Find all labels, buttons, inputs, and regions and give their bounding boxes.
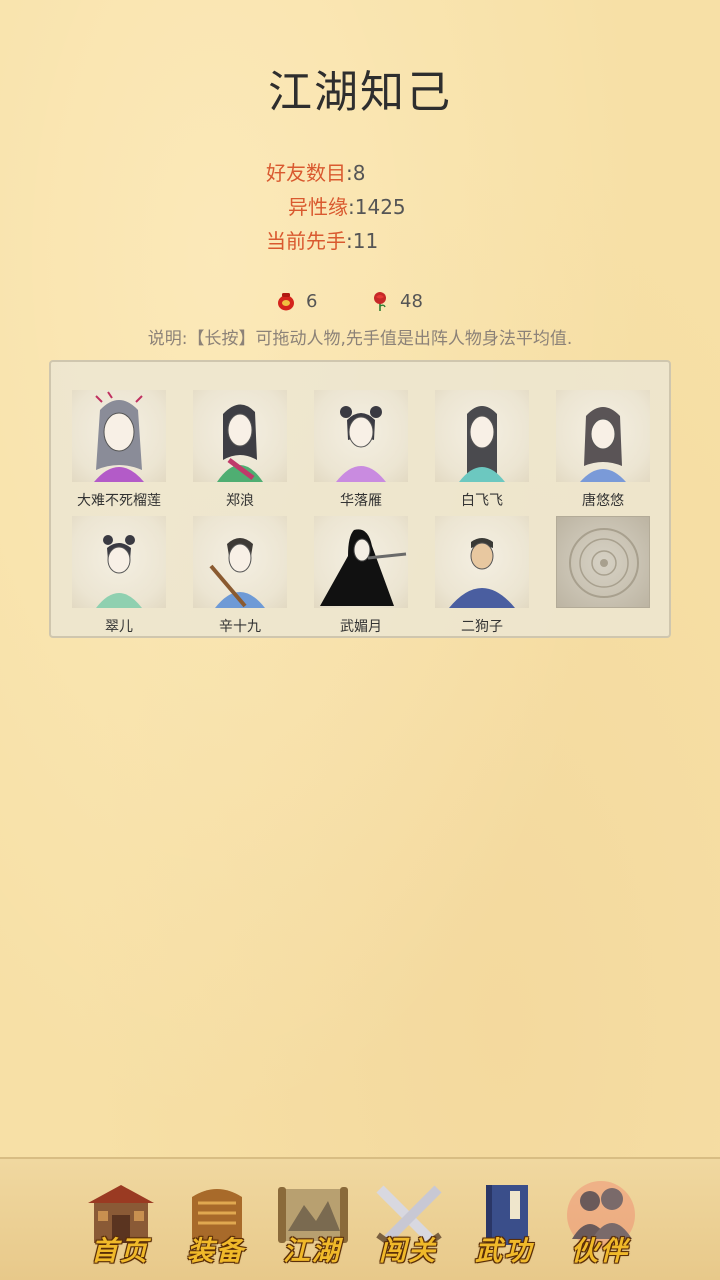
companion-portrait[interactable] xyxy=(72,516,166,608)
companion-name: 郑浪 xyxy=(226,493,254,509)
companion-portrait[interactable] xyxy=(193,390,287,482)
rose-icon xyxy=(374,292,386,311)
bottom-nav: 首页 装备 江湖 闯关 武功 伙伴 xyxy=(0,1157,720,1280)
stat-label: 异性缘 xyxy=(288,195,348,219)
nav-label: 江湖 xyxy=(283,1236,341,1267)
rose-counter: 48 xyxy=(370,290,423,312)
companion-name: 唐悠悠 xyxy=(582,493,624,509)
nav-equipment[interactable]: 装备 xyxy=(174,1173,258,1273)
rose-count: 48 xyxy=(400,290,423,312)
nav-jianghu[interactable]: 江湖 xyxy=(270,1173,354,1273)
companion-card[interactable]: 郑浪 xyxy=(191,390,289,514)
companion-name: 翠儿 xyxy=(105,619,133,635)
companion-portrait[interactable] xyxy=(556,390,650,482)
companion-portrait[interactable] xyxy=(193,516,287,608)
currency-bar: 6 48 xyxy=(0,290,720,316)
stat-friend-count: 好友数目:8 xyxy=(266,161,366,185)
companion-card[interactable]: 白飞飞 xyxy=(433,390,531,514)
companion-portrait[interactable] xyxy=(435,390,529,482)
stat-label: 好友数目 xyxy=(266,161,346,185)
companion-name: 白飞飞 xyxy=(461,493,503,509)
nav-label: 武功 xyxy=(475,1236,533,1267)
stat-value: 1425 xyxy=(354,195,406,219)
nav-label: 伙伴 xyxy=(571,1236,629,1267)
nav-martial-arts[interactable]: 武功 xyxy=(462,1173,546,1273)
stat-value: 8 xyxy=(352,161,366,185)
companion-card[interactable]: 华落雁 xyxy=(312,390,410,514)
nav-label: 闯关 xyxy=(379,1236,437,1267)
page-title: 江湖知己 xyxy=(268,67,452,118)
companion-slot-empty[interactable] xyxy=(554,516,652,640)
red-pouch-icon xyxy=(278,293,294,311)
pouch-count: 6 xyxy=(306,290,318,312)
stat-value: 11 xyxy=(352,229,379,253)
companion-portrait[interactable] xyxy=(314,390,408,482)
companion-name: 大难不死榴莲 xyxy=(77,493,161,509)
companion-portrait[interactable] xyxy=(72,390,166,482)
nav-label: 装备 xyxy=(187,1236,245,1267)
companion-card[interactable]: 二狗子 xyxy=(433,516,531,640)
companion-card[interactable]: 武媚月 xyxy=(312,516,410,640)
nav-label: 首页 xyxy=(91,1236,149,1267)
stat-initiative: 当前先手:11 xyxy=(266,229,379,253)
companion-name: 二狗子 xyxy=(461,619,503,635)
nav-home[interactable]: 首页 xyxy=(78,1173,162,1273)
nav-companions-active[interactable]: 伙伴 xyxy=(558,1173,642,1273)
empty-slot-emblem[interactable] xyxy=(556,516,650,608)
companion-grid: 大难不死榴莲 郑浪 华落雁 白飞飞 唐悠悠 翠儿 辛十九 武媚月 二狗子 xyxy=(49,360,671,638)
companion-card[interactable]: 辛十九 xyxy=(191,516,289,640)
companion-name: 辛十九 xyxy=(219,619,261,635)
companion-card[interactable]: 翠儿 xyxy=(70,516,168,640)
companion-card[interactable]: 大难不死榴莲 xyxy=(70,390,168,514)
instruction-note: 说明:【长按】可拖动人物,先手值是出阵人物身法平均值. xyxy=(147,329,573,349)
pouch-counter: 6 xyxy=(276,290,317,312)
companion-portrait[interactable] xyxy=(314,516,408,608)
companion-card[interactable]: 唐悠悠 xyxy=(554,390,652,514)
stat-label: 当前先手 xyxy=(266,229,346,253)
companion-name: 武媚月 xyxy=(340,619,382,635)
stat-charm: 异性缘:1425 xyxy=(288,195,406,219)
nav-challenge[interactable]: 闯关 xyxy=(366,1173,450,1273)
companion-name: 华落雁 xyxy=(340,493,382,509)
companion-portrait[interactable] xyxy=(435,516,529,608)
